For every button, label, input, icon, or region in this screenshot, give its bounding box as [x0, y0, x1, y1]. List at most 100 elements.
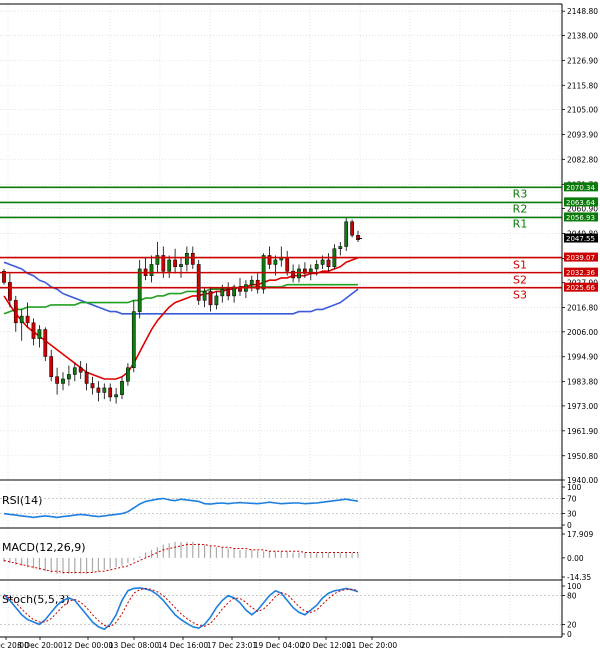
candle — [143, 257, 148, 281]
time-axis: 7 Dec 20:008 Dec 20:0012 Dec 00:0013 Dec… — [0, 637, 397, 650]
candle-body — [8, 282, 12, 301]
candle-body — [120, 380, 124, 395]
price-tick-label: 1950.80 — [567, 452, 598, 461]
candle-body — [108, 387, 113, 398]
price-tick-label: 2138.00 — [567, 31, 598, 40]
candle-body — [114, 394, 118, 398]
price-tick-label: 2105.00 — [567, 106, 598, 115]
candle-body — [43, 329, 48, 357]
pivot-levels: R3 2070.34 R2 2063.64 R1 2056.93 S1 2039.07 S2 20… — [0, 182, 598, 302]
level-label-r3: R3 — [513, 187, 528, 200]
candle — [196, 259, 201, 305]
level-label-s2: S2 — [513, 274, 527, 287]
price-tick-label: 2148.80 — [567, 7, 598, 16]
candle — [137, 259, 142, 319]
candle-body — [249, 279, 254, 285]
stoch-tick-label: 20 — [567, 620, 577, 629]
rsi-line — [3, 497, 359, 519]
candle-body — [185, 252, 189, 265]
indicator-panels: RSI(14) 100 70 30 0 MACD(12,26,9) 17.909 0.00 -1… — [0, 483, 593, 639]
candle-body — [102, 387, 107, 393]
price-tick-label: 1994.90 — [567, 353, 598, 362]
price-tick-label: 2082.80 — [567, 155, 598, 164]
candle-body — [19, 315, 24, 324]
candle — [96, 381, 101, 402]
candle-body — [67, 374, 71, 380]
candle-body — [338, 246, 343, 249]
level-label-r2: R2 — [513, 202, 528, 215]
candle — [2, 268, 6, 285]
candle — [126, 363, 130, 386]
time-tick-label: 13 Dec 08:00 — [109, 641, 160, 650]
candle — [131, 300, 136, 373]
candle-body — [84, 371, 89, 384]
candle-body — [297, 268, 301, 279]
stoch-tick-label: 0 — [567, 630, 572, 639]
candle — [279, 246, 284, 267]
candle — [291, 264, 295, 283]
candle-body — [25, 315, 30, 324]
candle-body — [90, 383, 95, 389]
candle — [202, 286, 207, 308]
time-tick-label: 12 Dec 00:00 — [63, 641, 114, 650]
candle — [149, 255, 154, 283]
candle-body — [37, 329, 42, 339]
level-price-text: 2063.64 — [566, 199, 595, 207]
candle-body — [126, 367, 130, 382]
price-tick-label: 1973.00 — [567, 402, 598, 411]
level-price-text: 2056.93 — [566, 214, 595, 222]
candle-body — [320, 259, 325, 265]
candle — [19, 309, 24, 341]
time-tick-label: 20 Dec 12:00 — [301, 641, 352, 650]
candle — [67, 365, 71, 386]
candle-body — [96, 387, 101, 393]
macd-tick-label: 0.00 — [567, 554, 584, 563]
time-tick-label: 19 Dec 04:00 — [254, 641, 305, 650]
candle-body — [314, 264, 319, 270]
stoch-tick-label: 80 — [567, 592, 577, 601]
candle — [173, 248, 177, 274]
candle — [31, 318, 36, 346]
candle-body — [350, 221, 354, 236]
candle-body — [137, 268, 142, 312]
rsi-tick-label: 70 — [567, 494, 577, 503]
candle — [167, 255, 172, 278]
candle — [244, 280, 248, 299]
candle-body — [131, 311, 136, 368]
candle-body — [72, 367, 77, 375]
price-tick-label: 2115.80 — [567, 81, 598, 90]
current-price-text: 2047.55 — [566, 235, 595, 243]
price-tick-label: 2093.90 — [567, 130, 598, 139]
candle — [72, 363, 77, 382]
price-tick-label: 2016.80 — [567, 304, 598, 313]
candle — [255, 273, 260, 294]
candles — [2, 217, 360, 404]
price-chart: 2148.80 2138.00 2126.90 2115.80 2105.00 2093.… — [0, 3, 598, 650]
candle-body — [61, 378, 65, 384]
price-tick-label: 1961.90 — [567, 427, 598, 436]
level-price-text: 2032.36 — [566, 269, 595, 277]
candle-body — [356, 235, 360, 241]
candle — [49, 349, 54, 382]
candle — [179, 257, 183, 278]
time-tick-label: 17 Dec 23:01 — [207, 641, 258, 650]
rsi-tick-label: 30 — [567, 510, 577, 519]
level-price-text: 2025.66 — [566, 284, 595, 292]
candle — [326, 253, 331, 272]
candle-body — [55, 376, 59, 384]
candle-body — [226, 288, 231, 297]
candle-body — [179, 264, 183, 267]
candle — [120, 376, 124, 400]
candle — [13, 295, 18, 332]
level-label-s3: S3 — [513, 289, 527, 302]
level-price-text: 2070.34 — [566, 184, 595, 192]
candle — [208, 286, 213, 312]
level-label-s1: S1 — [513, 259, 527, 272]
candle — [37, 325, 42, 348]
candle — [185, 246, 189, 272]
candle — [84, 363, 89, 391]
candle — [55, 367, 59, 395]
candle-body — [214, 295, 219, 306]
candle-body — [173, 259, 177, 267]
candle — [61, 372, 65, 391]
